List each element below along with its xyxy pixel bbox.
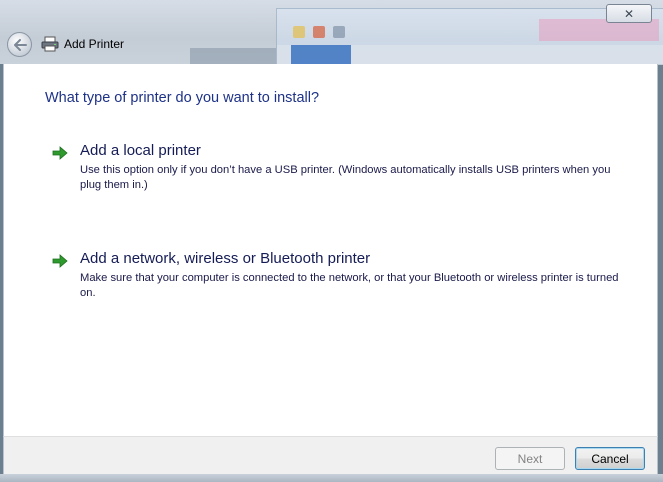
background-file-tab	[291, 45, 351, 65]
close-icon: ✕	[623, 6, 635, 21]
background-window-strip	[190, 48, 276, 64]
option-title[interactable]: Add a network, wireless or Bluetooth pri…	[80, 250, 370, 267]
option-add-local-printer[interactable]: Add a local printer Use this option only…	[52, 142, 632, 202]
back-arrow-icon	[13, 38, 27, 51]
green-arrow-icon	[52, 254, 68, 268]
dialog-footer: Next Cancel	[3, 436, 658, 474]
close-button[interactable]: ✕	[606, 4, 652, 23]
next-button[interactable]: Next	[495, 447, 565, 470]
option-description: Make sure that your computer is connecte…	[80, 272, 619, 299]
printer-icon	[41, 36, 59, 52]
option-title[interactable]: Add a local printer	[80, 142, 201, 159]
add-printer-window: ✕ Add Printer What type of printer do yo…	[0, 0, 663, 482]
page-heading: What type of printer do you want to inst…	[45, 90, 320, 106]
background-quick-icons	[293, 23, 383, 38]
title-bar[interactable]: ✕ Add Printer	[0, 0, 663, 65]
window-bottom-edge	[0, 474, 663, 482]
main-content: What type of printer do you want to inst…	[3, 64, 658, 436]
option-description: Use this option only if you don’t have a…	[80, 164, 611, 191]
green-arrow-icon	[52, 146, 68, 160]
background-window	[276, 8, 663, 65]
cancel-button[interactable]: Cancel	[575, 447, 645, 470]
option-add-network-printer[interactable]: Add a network, wireless or Bluetooth pri…	[52, 250, 632, 310]
window-title: Add Printer	[64, 37, 125, 51]
back-button[interactable]	[7, 32, 32, 57]
